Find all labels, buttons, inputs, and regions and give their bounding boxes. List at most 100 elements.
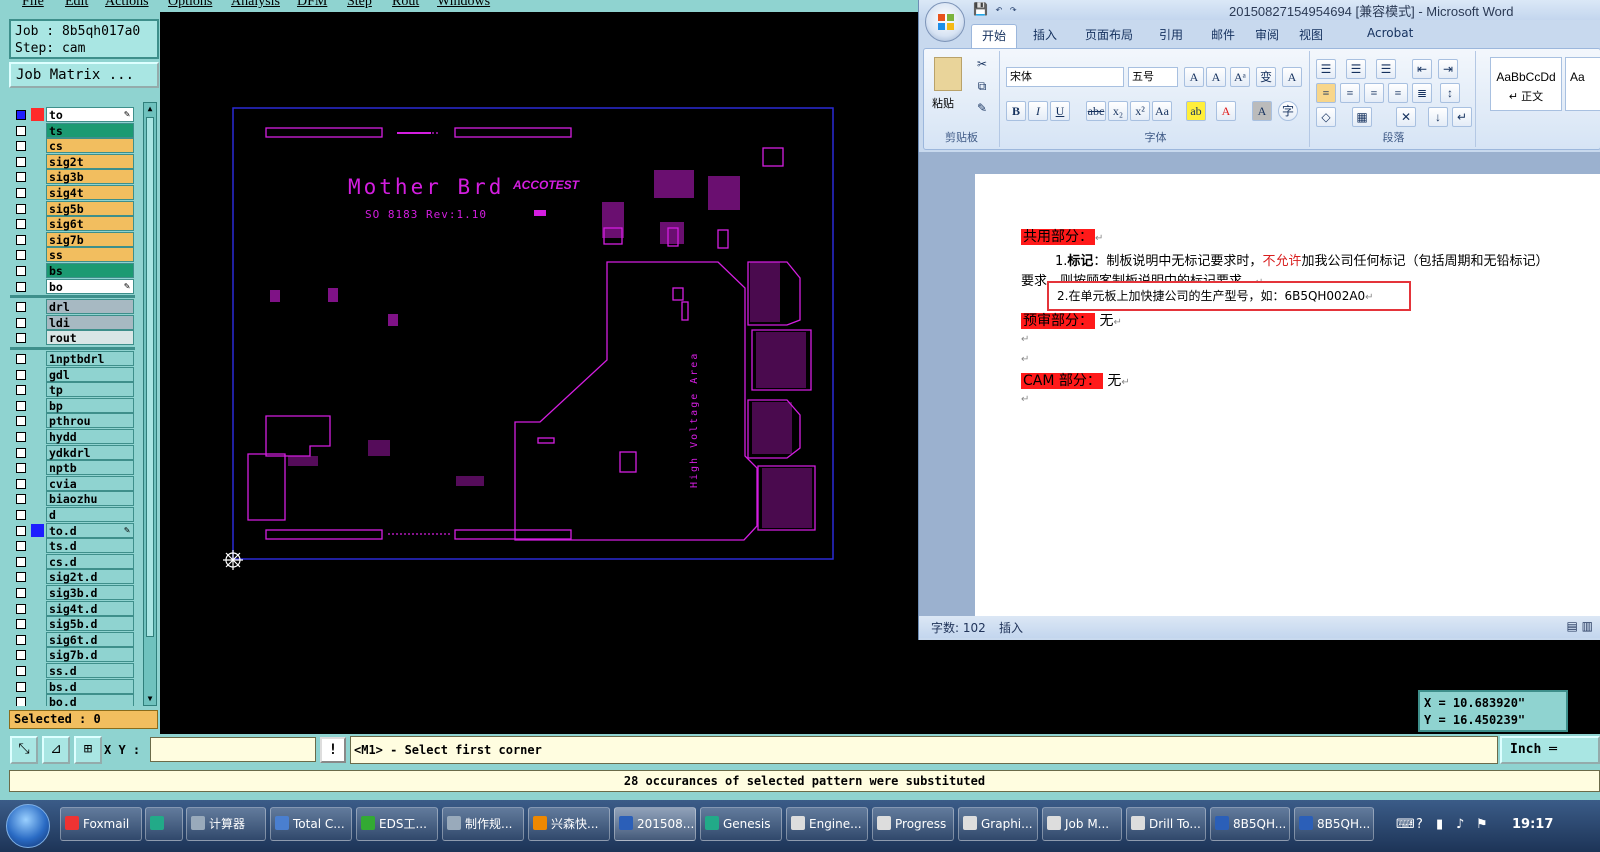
taskbar-item[interactable]: Engine...	[786, 807, 868, 841]
layer-checkbox[interactable]	[16, 354, 26, 364]
increase-indent-icon[interactable]: ⇥	[1438, 59, 1458, 79]
save-icon[interactable]: 💾	[973, 2, 988, 16]
tab-1[interactable]: 插入	[1033, 26, 1057, 43]
layer-name[interactable]: to.d	[46, 522, 134, 538]
layer-list-scrollbar[interactable]: ▲ ▼	[143, 102, 157, 706]
change-case-icon[interactable]: Aa	[1152, 101, 1172, 121]
tab-0[interactable]: 开始	[971, 24, 1018, 48]
layer-checkbox[interactable]	[16, 650, 26, 661]
layer-name[interactable]: hydd	[46, 429, 134, 444]
italic-icon[interactable]: I	[1028, 101, 1048, 121]
zoom-window-icon[interactable]: ⤡	[10, 736, 38, 764]
layer-row[interactable]: sig4t	[10, 185, 135, 200]
layer-row[interactable]: gdl	[10, 366, 135, 382]
layer-name[interactable]: to	[46, 107, 134, 122]
layer-row[interactable]: rout	[10, 330, 135, 346]
view-buttons-icon[interactable]: ▤ ▥	[1567, 619, 1594, 633]
layer-row[interactable]: pthrou	[10, 413, 135, 429]
layer-row[interactable]: sig6t.d	[10, 631, 135, 647]
layer-name[interactable]: tp	[46, 382, 134, 398]
layer-checkbox[interactable]	[16, 463, 26, 474]
layer-checkbox[interactable]	[16, 634, 26, 645]
superscript-icon[interactable]: x²	[1130, 101, 1150, 121]
layer-row[interactable]: ss.d	[10, 663, 135, 678]
layer-row[interactable]: tp	[10, 382, 135, 398]
layer-checkbox[interactable]	[16, 302, 26, 313]
layer-checkbox[interactable]	[16, 110, 26, 120]
taskbar-item[interactable]: 8B5QH...	[1294, 807, 1374, 841]
layer-row[interactable]: d	[10, 507, 135, 522]
clear-format-icon[interactable]: Aᵃ	[1230, 67, 1250, 87]
layer-name[interactable]: sig5b.d	[46, 616, 134, 632]
layer-row[interactable]: sig5b	[10, 200, 135, 216]
bold-icon[interactable]: B	[1006, 101, 1026, 121]
layer-row[interactable]: hydd	[10, 429, 135, 444]
layer-name[interactable]: sig4t.d	[46, 600, 134, 616]
layer-name[interactable]: drl	[46, 299, 134, 315]
start-button[interactable]	[6, 804, 50, 848]
taskbar-item[interactable]	[145, 807, 183, 841]
decrease-indent-icon[interactable]: ⇤	[1412, 59, 1432, 79]
multilevel-list-icon[interactable]: ☰	[1376, 59, 1396, 79]
taskbar-item[interactable]: 8B5QH...	[1210, 807, 1290, 841]
undo-icon[interactable]: ↶	[995, 2, 1002, 16]
taskbar-item[interactable]: 计算器	[186, 807, 266, 841]
line-spacing-icon[interactable]: ↕	[1440, 83, 1460, 103]
layer-name[interactable]: biaozhu	[46, 491, 134, 507]
menu-step[interactable]: Step	[347, 0, 372, 10]
layer-checkbox[interactable]	[16, 494, 26, 505]
layer-name[interactable]: cs.d	[46, 553, 134, 569]
tab-3[interactable]: 引用	[1159, 26, 1183, 43]
shading-icon[interactable]: ◇	[1316, 107, 1336, 127]
bullets-icon[interactable]: ☰	[1316, 59, 1336, 79]
flag-icon[interactable]: ⚑	[1476, 817, 1488, 832]
layer-checkbox[interactable]	[16, 603, 26, 614]
menu-windows[interactable]: Windows	[437, 0, 490, 10]
layer-name[interactable]: ts.d	[46, 538, 134, 554]
job-matrix-button[interactable]: Job Matrix ...	[9, 62, 159, 88]
layer-checkbox[interactable]	[16, 510, 26, 520]
layer-name[interactable]: ts	[46, 122, 134, 138]
layer-name[interactable]: sig7b	[46, 231, 134, 247]
justify-icon[interactable]: ≡	[1388, 83, 1408, 103]
layer-row[interactable]: biaozhu	[10, 491, 135, 507]
subscript-icon[interactable]: x₂	[1108, 101, 1128, 121]
layer-row[interactable]: sig3b.d	[10, 585, 135, 600]
shrink-font-icon[interactable]: A	[1206, 67, 1226, 87]
align-left-icon[interactable]: ≡	[1316, 83, 1336, 103]
align-center-icon[interactable]: ≡	[1340, 83, 1360, 103]
layer-row[interactable]: sig4t.d	[10, 600, 135, 616]
layer-checkbox[interactable]	[16, 619, 26, 630]
layer-name[interactable]: bp	[46, 397, 134, 413]
underline-icon[interactable]: U	[1050, 101, 1070, 121]
layer-checkbox[interactable]	[16, 333, 26, 344]
grow-font-icon[interactable]: A	[1184, 67, 1204, 87]
layer-checkbox[interactable]	[16, 234, 26, 245]
layer-name[interactable]: nptb	[46, 460, 134, 476]
layer-name[interactable]: pthrou	[46, 413, 134, 429]
scroll-down-icon[interactable]: ▼	[145, 694, 155, 704]
numbering-icon[interactable]: ☰	[1346, 59, 1366, 79]
menu-actions[interactable]: Actions	[105, 0, 149, 10]
font-name-combo[interactable]: 宋体	[1006, 67, 1124, 87]
layer-checkbox[interactable]	[16, 400, 26, 411]
redo-icon[interactable]: ↷	[1010, 2, 1017, 16]
layer-name[interactable]: bo.d	[46, 694, 134, 706]
paste-label[interactable]: 粘贴	[932, 95, 954, 111]
enclose-char-icon[interactable]: 字	[1278, 101, 1298, 121]
menu-rout[interactable]: Rout	[392, 0, 419, 10]
style-next[interactable]: Aa	[1565, 57, 1600, 111]
layer-name[interactable]: gdl	[46, 366, 134, 382]
layer-checkbox[interactable]	[16, 317, 26, 328]
highlight-icon[interactable]: ab	[1186, 101, 1206, 121]
layer-name[interactable]: sig6t	[46, 216, 134, 232]
volume-icon[interactable]: ♪	[1456, 817, 1464, 832]
layer-row[interactable]: ts.d	[10, 538, 135, 554]
tab-6[interactable]: 视图	[1299, 26, 1323, 43]
menu-dfm[interactable]: DFM	[297, 0, 327, 10]
layer-row[interactable]: sig7b	[10, 231, 135, 247]
layer-row[interactable]: to ✎	[10, 107, 135, 122]
keyboard-icon[interactable]: ⌨	[1396, 817, 1415, 832]
layer-name[interactable]: sig3b.d	[46, 585, 134, 600]
layer-name[interactable]: bo	[46, 278, 134, 294]
